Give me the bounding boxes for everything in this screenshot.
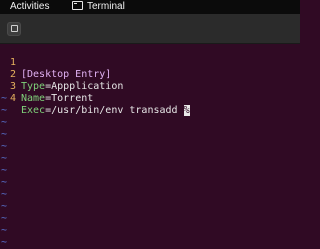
empty-line-marker: ~ [1, 153, 8, 164]
entry-key: Exec [21, 105, 46, 116]
entry-value: Torrent [51, 93, 94, 104]
editor-line: 4 Exec=/usr/bin/env transadd % [0, 81, 190, 116]
editor-line: 1 [Desktop Entry] [0, 45, 111, 80]
new-tab-button[interactable] [7, 22, 21, 36]
empty-line-marker: ~ [1, 93, 8, 104]
line-number: 4 [9, 93, 16, 104]
app-menu-label: Terminal [87, 1, 125, 12]
line-content: Type=Appplication [21, 81, 123, 93]
empty-line-marker: ~ [1, 165, 8, 176]
empty-line-marker: ~ [1, 201, 8, 212]
empty-line-marker: ~ [1, 225, 8, 236]
vim-editor[interactable]: 1 [Desktop Entry] 2 Type=Appplication 3 … [0, 44, 300, 249]
editor-line: 3 Name=Torrent [0, 69, 93, 104]
empty-line-marker: ~ [1, 177, 8, 188]
terminal-icon [72, 1, 83, 10]
entry-value: /usr/bin/env transadd [51, 105, 184, 116]
entry-key: Type [21, 81, 46, 92]
text-cursor: % [183, 105, 190, 116]
empty-line-marker: ~ [1, 141, 8, 152]
empty-line-marker: ~ [1, 117, 8, 128]
empty-line-marker: ~ [1, 105, 8, 116]
editor-line: 2 Type=Appplication [0, 57, 123, 92]
entry-value: Appplication [51, 81, 124, 92]
activities-button[interactable]: Activities [10, 0, 49, 14]
new-tab-icon [11, 25, 18, 32]
empty-line-marker: ~ [1, 213, 8, 224]
line-content: Name=Torrent [21, 93, 93, 105]
section-header: [Desktop Entry] [21, 69, 112, 80]
line-content: Exec=/usr/bin/env transadd % [21, 105, 190, 117]
empty-line-marker: ~ [1, 129, 8, 140]
entry-key: Name [21, 93, 46, 104]
terminal-header-bar [0, 14, 300, 44]
gnome-top-bar: Activities Terminal [0, 0, 300, 14]
empty-line-marker: ~ [1, 189, 8, 200]
app-menu[interactable]: Terminal [72, 0, 125, 14]
empty-line-marker: ~ [1, 237, 8, 248]
